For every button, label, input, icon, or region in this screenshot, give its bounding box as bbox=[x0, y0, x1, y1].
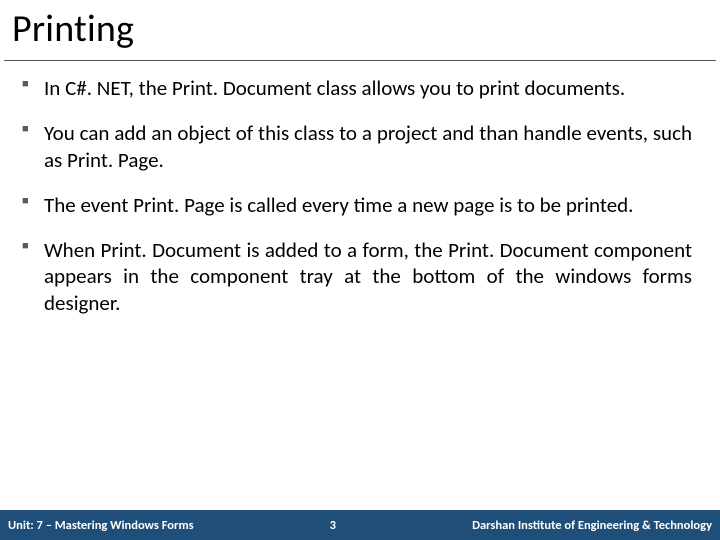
bullet-item: You can add an object of this class to a… bbox=[44, 120, 692, 174]
footer-page: 3 bbox=[194, 518, 472, 533]
footer-org: Darshan Institute of Engineering & Techn… bbox=[472, 518, 712, 533]
bullet-item: The event Print. Page is called every ti… bbox=[44, 192, 692, 219]
footer-bar: Unit: 7 – Mastering Windows Forms 3 Dars… bbox=[0, 510, 720, 540]
bullet-list: In C#. NET, the Print. Document class al… bbox=[44, 75, 692, 317]
slide: Printing In C#. NET, the Print. Document… bbox=[0, 0, 720, 540]
title-block: Printing bbox=[0, 0, 720, 58]
bullet-item: In C#. NET, the Print. Document class al… bbox=[44, 75, 692, 102]
content-area: In C#. NET, the Print. Document class al… bbox=[0, 61, 720, 540]
bullet-item: When Print. Document is added to a form,… bbox=[44, 237, 692, 318]
slide-title: Printing bbox=[12, 6, 708, 52]
footer-unit: Unit: 7 – Mastering Windows Forms bbox=[8, 518, 194, 533]
